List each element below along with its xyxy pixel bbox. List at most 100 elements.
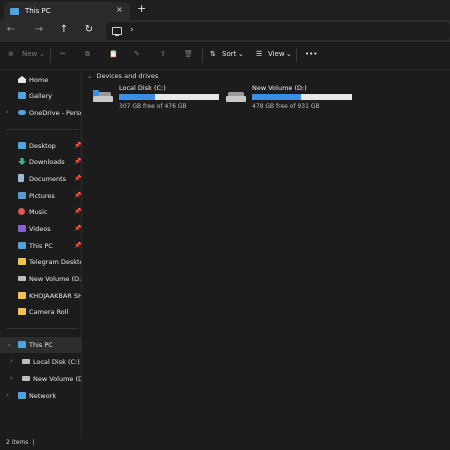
breadcrumb-chevron-icon[interactable]: › [130,25,134,35]
sidebar-item-label: Downloads [29,158,65,166]
sidebar-item-pictures[interactable]: Pictures 📌 [0,188,82,204]
group-title: Devices and drives [96,72,159,80]
chevron-down-icon: ⌄ [286,50,292,58]
item-count: 2 items | [6,439,35,446]
chevron-down-icon: ⌄ [87,72,93,80]
videos-icon [18,225,26,232]
sidebar-item-new-volume-d-tree[interactable]: › New Volume (D:) [0,371,81,387]
sidebar-item-label: Documents [29,175,67,183]
sidebar-item-documents[interactable]: Documents 📌 [0,171,82,187]
back-button[interactable]: ← [4,24,18,35]
content-pane: ⌄ Devices and drives Local Disk (C:) 307 … [83,70,450,436]
tab-bar: This PC × + [0,0,450,20]
music-icon [18,208,25,215]
pc-icon [10,8,19,15]
sidebar-item-desktop[interactable]: Desktop 📌 [0,138,82,154]
sidebar-item-label: This PC [29,341,53,349]
sidebar-item-label: Videos [29,225,51,233]
sidebar-item-label: Local Disk (C:) [33,358,80,366]
forward-button[interactable]: → [32,24,46,35]
up-button[interactable]: ↑ [57,24,71,35]
share-button[interactable]: ⇪ [160,50,166,58]
divider [6,328,78,329]
delete-button[interactable]: 🗑 [184,50,193,58]
pin-icon: 📌 [74,192,82,199]
documents-icon [18,174,24,182]
drive-icon [22,359,30,364]
sidebar-item-khojaakbar[interactable]: KHOJAAKBAR SHAX [0,288,81,304]
sidebar-item-label: Camera Roll [29,308,69,316]
pc-icon [18,242,26,249]
drive-usage-bar [252,94,352,100]
command-bar: ⊕ New ⌄ ✂ ⧉ 📋 ✎ ⇪ 🗑 ⇅ Sort ⌄ ☰ View ⌄ ••… [0,42,450,70]
paste-button[interactable]: 📋 [109,50,118,58]
status-bar: 2 items | [0,436,450,450]
sidebar-item-label: Home [29,76,49,84]
sidebar-item-telegram-desktop[interactable]: Telegram Desktop [0,254,82,270]
tab-title: This PC [25,7,51,15]
pin-icon: 📌 [74,225,82,232]
cloud-icon [18,110,26,115]
chevron-right-icon[interactable]: › [10,374,13,382]
pin-icon: 📌 [74,142,82,149]
rename-button[interactable]: ✎ [134,50,140,58]
network-icon [18,392,26,399]
close-tab-button[interactable]: × [116,5,123,14]
copy-button[interactable]: ⧉ [85,50,90,59]
chevron-right-icon[interactable]: › [6,391,9,399]
pc-icon [18,341,26,348]
more-options-button[interactable]: ••• [305,50,317,58]
tab-this-pc[interactable]: This PC × [4,2,130,20]
address-bar[interactable]: › [106,22,450,40]
view-button[interactable]: View [268,50,285,58]
sidebar-item-this-pc-pinned[interactable]: This PC 📌 [0,238,81,254]
drive-icon [226,90,246,104]
pin-icon: 📌 [74,208,82,215]
sort-button[interactable]: Sort [222,50,236,58]
sidebar-item-network[interactable]: › Network [0,388,81,404]
pc-icon [112,27,122,36]
chevron-down-icon[interactable]: ⌄ [6,340,12,348]
sidebar-item-label: KHOJAAKBAR SHAX [29,292,81,300]
gallery-icon [18,92,26,99]
divider [6,129,78,130]
drive-free-space: 307 GB free of 476 GB [119,103,187,110]
sidebar-item-music[interactable]: Music 📌 [0,204,82,220]
sidebar-item-onedrive[interactable]: › OneDrive - Persona [0,105,81,121]
sidebar-item-downloads[interactable]: Downloads 📌 [0,154,81,170]
navigation-pane: Home Gallery › OneDrive - Persona Deskto… [0,70,82,436]
drive-tile-c[interactable]: Local Disk (C:) 307 GB free of 476 GB [93,84,223,116]
sidebar-item-this-pc[interactable]: ⌄ This PC [0,337,81,353]
new-tab-button[interactable]: + [137,2,146,15]
chevron-right-icon[interactable]: › [6,108,9,116]
sidebar-item-label: New Volume (D:) [33,375,81,383]
pin-icon: 📌 [74,175,82,182]
cut-button[interactable]: ✂ [60,50,66,58]
sidebar-item-label: Network [29,392,57,400]
address-row: ← → ↑ ↻ › [0,20,450,42]
sidebar-item-videos[interactable]: Videos 📌 [0,221,82,237]
divider [202,48,203,62]
sidebar-item-gallery[interactable]: Gallery [0,88,81,104]
drive-name: New Volume (D:) [252,84,307,92]
sidebar-item-label: Pictures [29,192,55,200]
home-icon [18,76,26,83]
chevron-right-icon[interactable]: › [10,357,13,365]
sidebar-item-home[interactable]: Home [0,72,81,88]
sidebar-item-label: Telegram Desktop [29,258,82,266]
refresh-button[interactable]: ↻ [82,24,96,35]
divider [296,48,297,62]
sidebar-item-new-volume-d[interactable]: New Volume (D:) [0,271,81,287]
drive-tile-d[interactable]: New Volume (D:) 478 GB free of 931 GB [226,84,356,116]
new-button[interactable]: New [22,50,37,58]
desktop-icon [18,142,26,149]
folder-icon [18,308,26,315]
view-icon: ☰ [256,50,263,58]
sidebar-item-camera-roll[interactable]: Camera Roll [0,304,81,320]
folder-icon [18,258,26,265]
group-header[interactable]: ⌄ Devices and drives [87,72,158,80]
sidebar-item-local-disk-c[interactable]: › Local Disk (C:) [0,354,81,370]
pictures-icon [18,192,26,199]
sort-icon: ⇅ [210,50,216,58]
drive-name: Local Disk (C:) [119,84,166,92]
